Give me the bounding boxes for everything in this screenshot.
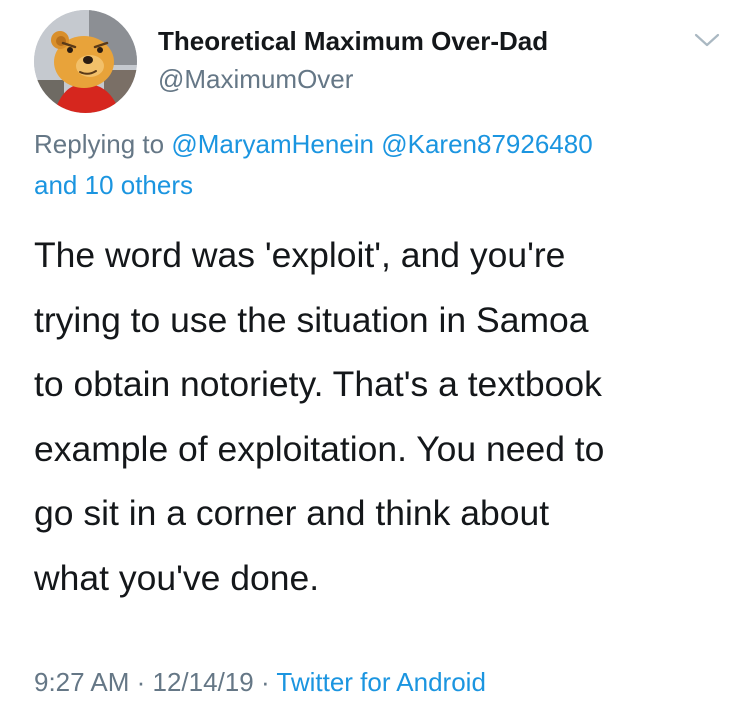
mention-link[interactable]: @Karen87926480 <box>381 129 592 159</box>
separator-dot: · <box>253 667 277 697</box>
tweet-text-line: trying to use the situation in Samoa <box>34 299 589 340</box>
mention-link[interactable]: @MaryamHenein <box>171 129 374 159</box>
author-handle[interactable]: @MaximumOver <box>158 64 353 95</box>
tweet-text-line: go sit in a corner and think about <box>34 493 550 533</box>
cartoon-bear-avatar-icon <box>34 10 137 113</box>
others-link[interactable]: and 10 others <box>34 170 193 200</box>
tweet-date[interactable]: 12/14/19 <box>153 667 254 697</box>
replying-to-others: and 10 others <box>34 170 734 201</box>
avatar[interactable] <box>34 10 137 113</box>
replying-to-line: Replying to @MaryamHenein @Karen87926480 <box>34 129 734 160</box>
chevron-down-icon[interactable] <box>693 30 721 50</box>
tweet-source-link[interactable]: Twitter for Android <box>276 667 486 697</box>
separator-dot: · <box>129 667 153 697</box>
tweet-text: The word was 'exploit', and you're tryin… <box>34 223 734 610</box>
author-display-name[interactable]: Theoretical Maximum Over-Dad <box>158 26 548 57</box>
tweet-footer: 9:27 AM · 12/14/19 · Twitter for Android <box>34 667 486 698</box>
tweet-text-line: The word was 'exploit', and you're <box>34 235 566 275</box>
tweet-text-line: what you've done. <box>34 557 320 598</box>
tweet-text-line: to obtain notoriety. That's a textbook <box>34 364 602 404</box>
tweet-time[interactable]: 9:27 AM <box>34 667 129 697</box>
replying-to-label: Replying to <box>34 129 165 159</box>
tweet-text-line: example of exploitation. You need to <box>34 428 605 469</box>
